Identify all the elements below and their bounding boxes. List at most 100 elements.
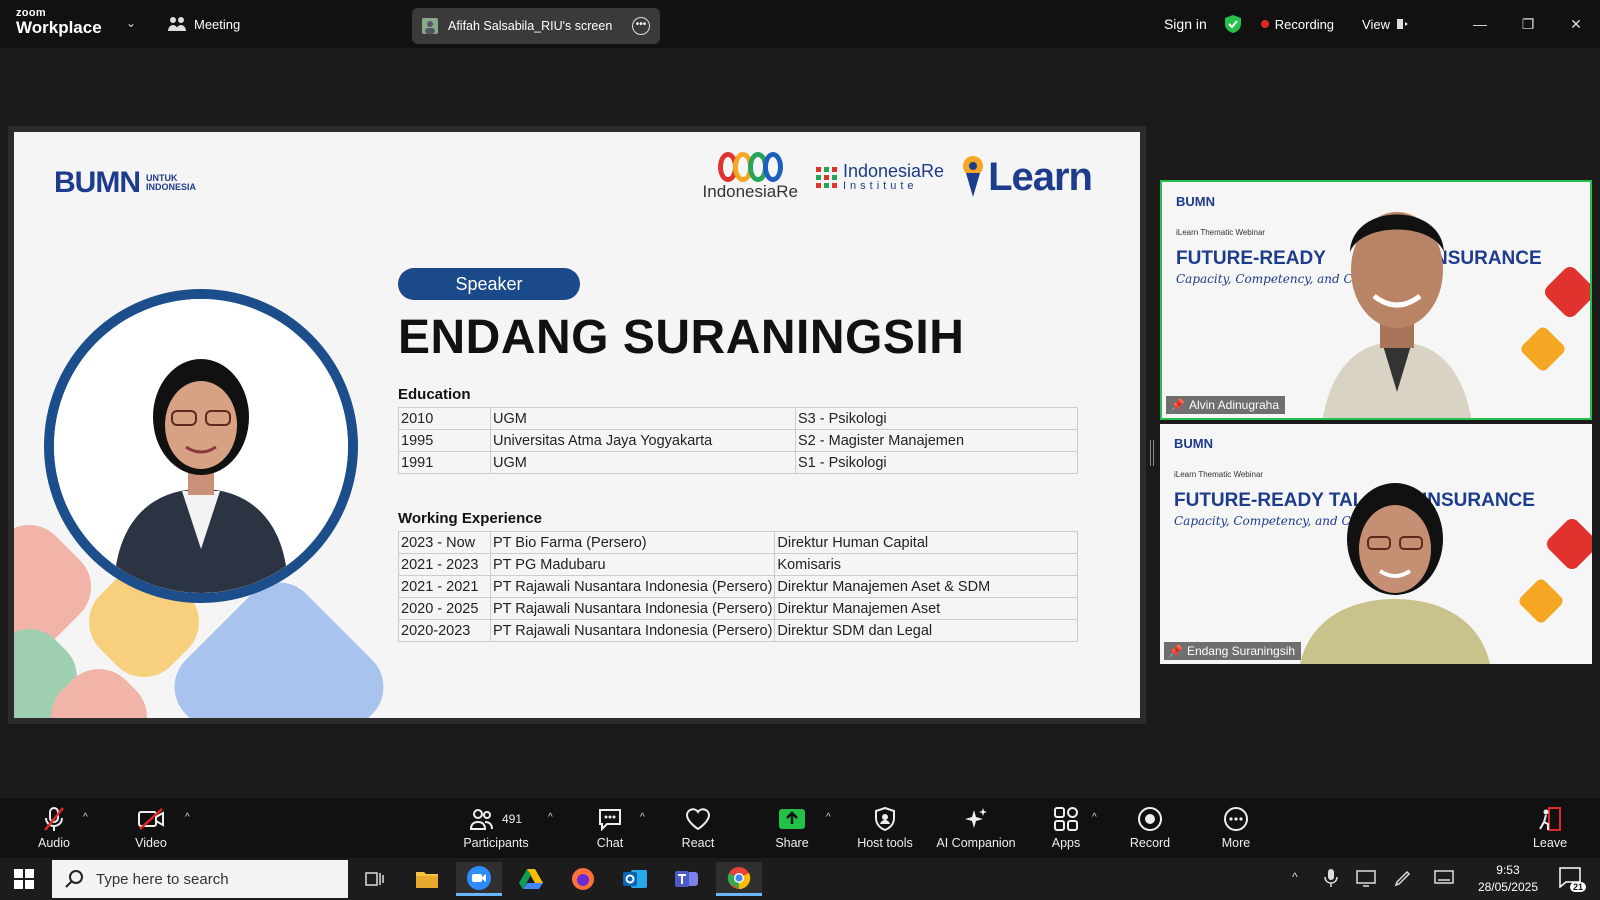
microphone-tray-icon[interactable] bbox=[1324, 868, 1338, 893]
audio-options-caret[interactable]: ^ bbox=[83, 812, 88, 823]
screen-share-label: Afifah Salsabila_RIU's screen bbox=[448, 19, 613, 33]
host-tools-button[interactable]: Host tools bbox=[837, 806, 933, 850]
video-tile-alvin[interactable]: BUMN iLearn Thematic Webinar FUTURE-READ… bbox=[1160, 180, 1592, 420]
meeting-label: Meeting bbox=[194, 16, 241, 32]
video-off-icon bbox=[138, 808, 164, 830]
ai-companion-button[interactable]: AI Companion bbox=[928, 806, 1024, 850]
apps-options-caret[interactable]: ^ bbox=[1092, 812, 1097, 823]
close-icon[interactable]: ✕ bbox=[1552, 16, 1600, 33]
screen-share-indicator[interactable]: Afifah Salsabila_RIU's screen ••• bbox=[412, 8, 660, 44]
ai-companion-label: AI Companion bbox=[936, 836, 1016, 850]
search-icon bbox=[65, 870, 83, 888]
education-table: 2010 UGM S3 - Psikologi 1995 Universitas At… bbox=[398, 407, 1078, 474]
system-tray-expand-icon[interactable]: ^ bbox=[1292, 870, 1298, 884]
decor-shape bbox=[1518, 324, 1568, 374]
meeting-menu[interactable]: Meeting bbox=[168, 16, 240, 32]
ilearn-logo-text: Learn bbox=[988, 154, 1093, 199]
share-screen-icon bbox=[779, 809, 805, 829]
chrome-icon[interactable] bbox=[716, 862, 762, 896]
restore-icon[interactable]: ❐ bbox=[1504, 16, 1552, 33]
notification-center-icon[interactable]: 21 bbox=[1558, 866, 1586, 892]
user-avatar-icon bbox=[422, 18, 438, 34]
more-label: More bbox=[1221, 836, 1251, 850]
share-label: Share bbox=[775, 836, 809, 850]
react-label: React bbox=[681, 836, 715, 850]
sign-in-link[interactable]: Sign in bbox=[1164, 16, 1207, 32]
exp-company: PT Rajawali Nusantara Indonesia (Persero… bbox=[489, 619, 776, 642]
exp-period: 2020-2023 bbox=[398, 619, 491, 642]
institute-logo-line2: Institute bbox=[842, 180, 918, 192]
table-row: 1995 Universitas Atma Jaya Yogyakarta S2 -… bbox=[398, 429, 1078, 452]
speaker-label: Speaker bbox=[398, 268, 580, 300]
leave-label: Leave bbox=[1532, 836, 1568, 850]
participants-count: 491 bbox=[501, 812, 523, 826]
tile-subtitle: iLearn Thematic Webinar bbox=[1174, 470, 1264, 479]
decor-shape bbox=[1516, 576, 1566, 626]
windows-start-icon[interactable] bbox=[14, 869, 34, 894]
zoom-app-icon[interactable] bbox=[456, 862, 502, 896]
keyboard-tray-icon[interactable] bbox=[1434, 869, 1454, 890]
bumn-tag2: INDONESIA bbox=[146, 182, 197, 192]
record-button[interactable]: Record bbox=[1102, 806, 1198, 850]
leave-button[interactable]: Leave bbox=[1502, 806, 1598, 850]
file-explorer-icon[interactable] bbox=[404, 862, 450, 896]
apps-icon bbox=[1054, 807, 1078, 831]
minimize-icon[interactable]: — bbox=[1456, 16, 1504, 32]
heart-icon bbox=[685, 808, 711, 831]
video-options-caret[interactable]: ^ bbox=[185, 812, 190, 823]
more-icon bbox=[1224, 807, 1248, 831]
microphone-muted-icon bbox=[44, 807, 64, 831]
exp-company: PT Rajawali Nusantara Indonesia (Persero… bbox=[489, 575, 776, 598]
taskbar-clock[interactable]: 9:53 28/05/2025 bbox=[1478, 862, 1538, 896]
speaker-name: ENDANG SURANINGSIH bbox=[398, 311, 965, 364]
sparkle-icon bbox=[965, 808, 987, 828]
more-button[interactable]: More bbox=[1188, 806, 1284, 850]
clock-date: 28/05/2025 bbox=[1477, 880, 1538, 894]
audio-label: Audio bbox=[38, 836, 70, 850]
react-button[interactable]: React bbox=[650, 806, 746, 850]
tile-bumn-logo: BUMN bbox=[1176, 194, 1215, 209]
teams-icon[interactable] bbox=[664, 862, 710, 896]
chat-options-caret[interactable]: ^ bbox=[640, 812, 645, 823]
participant-video-endang bbox=[1300, 483, 1490, 664]
view-menu[interactable]: View bbox=[1362, 17, 1408, 32]
outlook-icon[interactable] bbox=[612, 862, 658, 896]
edu-year: 1991 bbox=[398, 451, 491, 474]
participants-icon bbox=[168, 17, 186, 31]
record-icon bbox=[1138, 807, 1162, 831]
task-view-icon[interactable] bbox=[352, 862, 398, 896]
participants-button[interactable]: 491 Participants bbox=[448, 806, 544, 850]
table-row: 2020 - 2025 PT Rajawali Nusantara Indones… bbox=[398, 597, 1078, 620]
bumn-logo: BUMN UNTUK INDONESIA bbox=[54, 166, 196, 200]
video-tile-endang[interactable]: BUMN iLearn Thematic Webinar FUTURE-READ… bbox=[1160, 424, 1592, 664]
video-label: Video bbox=[135, 836, 167, 850]
recording-indicator[interactable]: Recording bbox=[1260, 16, 1335, 32]
exp-role: Komisaris bbox=[774, 553, 1078, 576]
panel-resize-handle[interactable] bbox=[1150, 440, 1154, 466]
recording-label: Recording bbox=[1274, 16, 1335, 32]
decor-shape bbox=[1543, 515, 1592, 573]
leave-icon bbox=[1539, 807, 1561, 831]
exp-role: Direktur Manajemen Aset & SDM bbox=[774, 575, 1078, 598]
more-options-icon[interactable]: ••• bbox=[632, 17, 650, 35]
table-row: 2023 - Now PT Bio Farma (Persero) Direktur… bbox=[398, 531, 1078, 554]
firefox-icon[interactable] bbox=[560, 862, 606, 896]
participants-options-caret[interactable]: ^ bbox=[548, 812, 553, 823]
shield-check-icon[interactable] bbox=[1224, 15, 1241, 33]
participant-video-alvin bbox=[1322, 212, 1472, 418]
decor-shape bbox=[1541, 263, 1590, 321]
participant-name-tag: 📌 Alvin Adinugraha bbox=[1166, 396, 1286, 414]
edu-school: UGM bbox=[490, 407, 796, 430]
share-options-caret[interactable]: ^ bbox=[826, 812, 831, 823]
display-tray-icon[interactable] bbox=[1356, 869, 1376, 892]
google-drive-icon[interactable] bbox=[508, 862, 554, 896]
view-label: View bbox=[1362, 16, 1390, 32]
experience-table: 2023 - Now PT Bio Farma (Persero) Direktur… bbox=[398, 531, 1078, 642]
indonesiare-institute-logo: IndonesiaRe Institute bbox=[815, 162, 944, 192]
apps-button[interactable]: Apps bbox=[1018, 806, 1114, 850]
taskbar-search-box[interactable]: Type here to search bbox=[52, 860, 348, 898]
map-pin-icon bbox=[963, 156, 984, 197]
pen-tray-icon[interactable] bbox=[1394, 869, 1412, 892]
host-tools-label: Host tools bbox=[857, 836, 913, 850]
chevron-down-icon[interactable]: ⌄ bbox=[126, 16, 136, 30]
